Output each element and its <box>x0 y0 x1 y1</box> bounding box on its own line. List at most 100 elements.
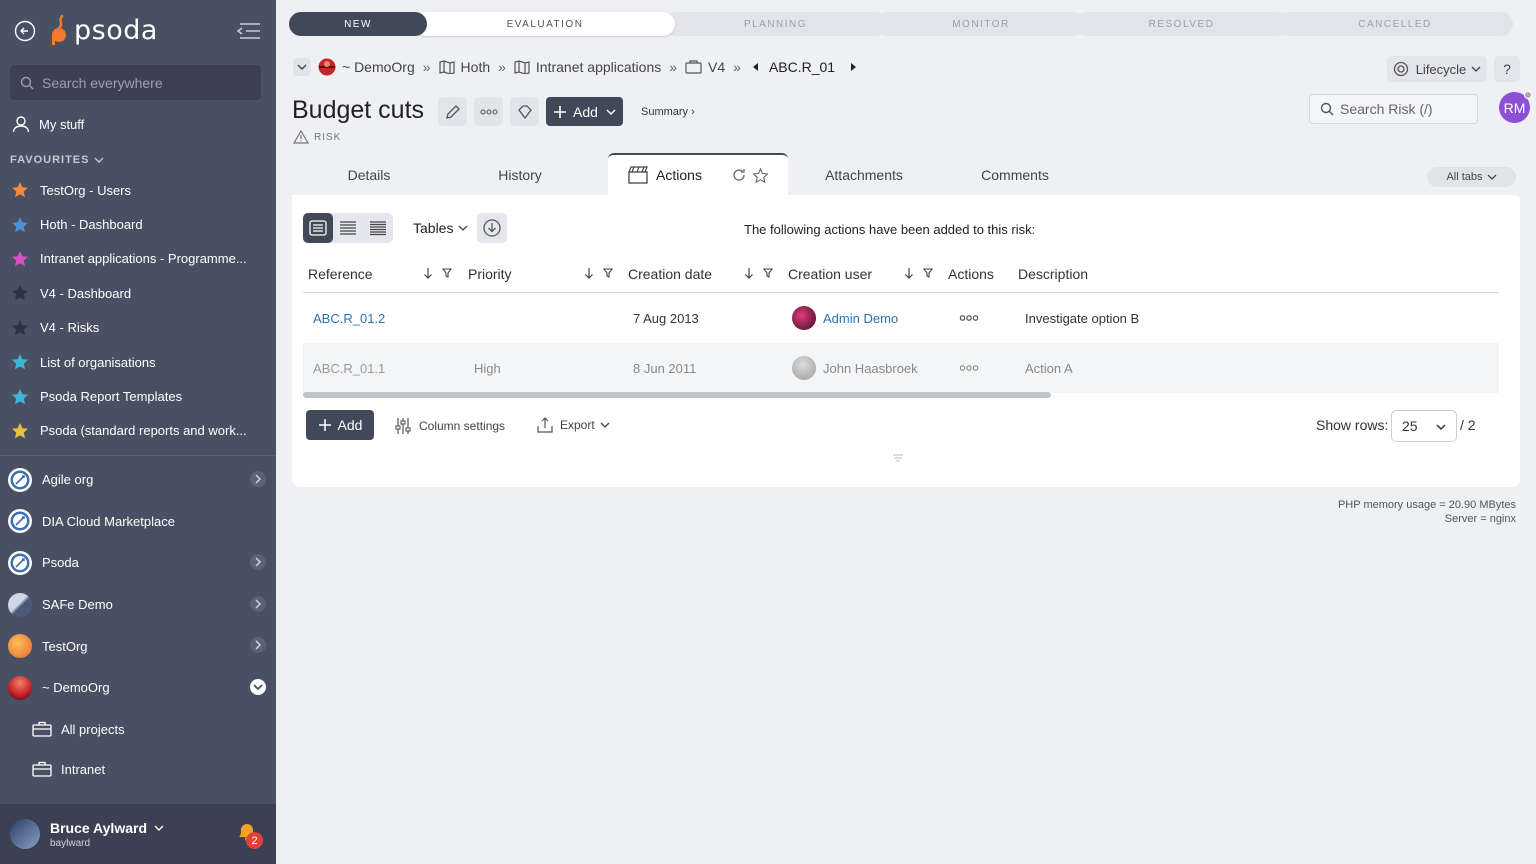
row-reference-link[interactable]: ABC.R_01.2 <box>313 293 385 343</box>
favourite-item[interactable]: Hoth - Dashboard <box>10 207 266 241</box>
sort-down-icon[interactable] <box>584 267 594 279</box>
add-button[interactable]: Add <box>546 97 623 126</box>
tab-details[interactable]: Details <box>319 155 419 195</box>
column-header-priority[interactable]: Priority <box>468 255 512 293</box>
more-options-button[interactable] <box>474 97 503 126</box>
tab-history[interactable]: History <box>470 155 570 195</box>
lifecycle-stage-cancelled[interactable]: CANCELLED <box>1277 12 1513 36</box>
breadcrumb-intranet-applications[interactable]: Intranet applications <box>514 59 661 75</box>
tab-actions[interactable]: Actions <box>608 153 788 195</box>
breadcrumb-org[interactable]: ~ DemoOrg <box>318 58 415 76</box>
global-search-input[interactable] <box>42 74 242 91</box>
favourite-item[interactable]: V4 - Risks <box>10 311 266 345</box>
organisation-item[interactable]: ~ DemoOrg <box>8 667 270 709</box>
row-creation-user[interactable]: Admin Demo <box>792 293 898 343</box>
lifecycle-button[interactable]: Lifecycle <box>1387 56 1487 82</box>
filter-icon[interactable] <box>603 268 613 278</box>
horizontal-scrollbar[interactable] <box>303 392 1499 398</box>
sort-down-icon[interactable] <box>904 267 914 279</box>
favourite-item[interactable]: List of organisations <box>10 345 266 379</box>
lifecycle-stage-planning[interactable]: PLANNING <box>663 12 888 36</box>
sub-item-all-projects[interactable]: All projects <box>32 709 262 749</box>
add-action-button[interactable]: Add <box>306 410 374 440</box>
favourite-item[interactable]: Psoda Report Templates <box>10 379 266 413</box>
lifecycle-stage-resolved[interactable]: RESOLVED <box>1074 12 1289 36</box>
export-button[interactable]: Export <box>537 417 610 433</box>
breadcrumb-v4[interactable]: V4 <box>685 59 725 75</box>
organisation-item[interactable]: DIA Cloud Marketplace <box>8 501 270 543</box>
previous-item-icon[interactable] <box>752 62 760 72</box>
expand-org-icon[interactable] <box>250 554 266 571</box>
favourite-label: V4 - Risks <box>40 320 100 336</box>
sort-down-icon[interactable] <box>744 267 754 279</box>
favourite-item[interactable]: Psoda (standard reports and work... <box>10 414 266 448</box>
breadcrumb-hoth[interactable]: Hoth <box>438 59 490 75</box>
organisation-item[interactable]: Agile org <box>8 459 270 501</box>
collapse-sidebar-icon[interactable] <box>236 22 262 40</box>
view-dense-button[interactable] <box>363 213 393 243</box>
organisation-item[interactable]: Psoda <box>8 542 270 584</box>
view-comfortable-button[interactable] <box>303 213 333 243</box>
expand-org-icon[interactable] <box>250 471 266 487</box>
breadcrumb-separator: » <box>498 59 506 75</box>
expand-org-icon[interactable] <box>250 595 266 612</box>
star-icon[interactable] <box>752 167 768 183</box>
tables-dropdown[interactable]: Tables <box>413 220 468 236</box>
lifecycle-stage-evaluation[interactable]: EVALUATION <box>415 12 675 36</box>
row-actions-menu[interactable] <box>959 343 979 393</box>
organisation-item[interactable]: TestOrg <box>8 625 270 667</box>
back-arrow-icon[interactable] <box>14 20 36 42</box>
column-header-description[interactable]: Description <box>1018 255 1088 293</box>
expand-org-icon[interactable] <box>250 637 266 654</box>
chevron-down-icon <box>154 825 164 831</box>
favourites-heading[interactable]: FAVOURITES <box>10 154 104 166</box>
scrollbar-thumb[interactable] <box>303 392 1051 398</box>
column-header-creation-date[interactable]: Creation date <box>628 255 712 293</box>
lifecycle-stage-new[interactable]: NEW <box>289 12 427 36</box>
sort-down-icon[interactable] <box>423 267 433 279</box>
row-creation-user[interactable]: John Haasbroek <box>792 343 918 393</box>
next-item-icon[interactable] <box>849 62 857 72</box>
sub-item-intranet[interactable]: Intranet <box>32 749 262 789</box>
resize-handle-icon[interactable] <box>892 454 904 462</box>
refresh-icon[interactable] <box>732 168 746 182</box>
row-actions-menu[interactable] <box>959 293 979 343</box>
more-icon <box>479 108 498 115</box>
star-icon <box>12 388 28 404</box>
lifecycle-stage-monitor[interactable]: MONITOR <box>876 12 1086 36</box>
column-header-creation-user[interactable]: Creation user <box>788 255 872 293</box>
filter-icon[interactable] <box>923 268 933 278</box>
help-button[interactable]: ? <box>1494 56 1520 82</box>
edit-button[interactable] <box>438 97 467 126</box>
column-settings-button[interactable]: Column settings <box>394 417 505 435</box>
tab-comments[interactable]: Comments <box>965 155 1065 195</box>
column-header-reference[interactable]: Reference <box>308 255 373 293</box>
download-button[interactable] <box>477 213 507 243</box>
filter-icon[interactable] <box>442 268 452 278</box>
view-compact-button[interactable] <box>333 213 363 243</box>
rows-per-page-select[interactable]: 25 <box>1391 410 1457 442</box>
search-risk-input[interactable] <box>1340 101 1470 117</box>
all-tabs-button[interactable]: All tabs <box>1427 167 1516 187</box>
tag-button[interactable] <box>510 97 539 126</box>
collapse-org-icon[interactable] <box>250 678 266 695</box>
breadcrumb-toggle[interactable] <box>293 58 311 76</box>
my-stuff-link[interactable]: My stuff <box>12 115 84 133</box>
favourite-item[interactable]: V4 - Dashboard <box>10 276 266 310</box>
organisation-item[interactable]: SAFe Demo <box>8 584 270 626</box>
filter-icon[interactable] <box>763 268 773 278</box>
tab-attachments[interactable]: Attachments <box>814 155 914 195</box>
user-menu[interactable]: Bruce Aylward baylward <box>0 804 276 864</box>
favourite-item[interactable]: Intranet applications - Programme... <box>10 242 266 276</box>
summary-link[interactable]: Summary › <box>641 106 695 118</box>
psoda-logo[interactable]: psoda <box>50 14 158 46</box>
favourite-item[interactable]: TestOrg - Users <box>10 173 266 207</box>
chevron-down-icon <box>600 422 610 428</box>
pencil-icon <box>445 104 460 119</box>
search-risk-box[interactable] <box>1309 94 1478 124</box>
org-logo-icon <box>8 550 32 575</box>
table-row[interactable]: ABC.R_01.2 7 Aug 2013 Admin Demo Investi… <box>303 293 1499 343</box>
global-search[interactable] <box>10 65 261 100</box>
table-row[interactable]: ABC.R_01.1 High 8 Jun 2011 John Haasbroe… <box>303 343 1499 393</box>
row-reference-link[interactable]: ABC.R_01.1 <box>313 343 385 393</box>
